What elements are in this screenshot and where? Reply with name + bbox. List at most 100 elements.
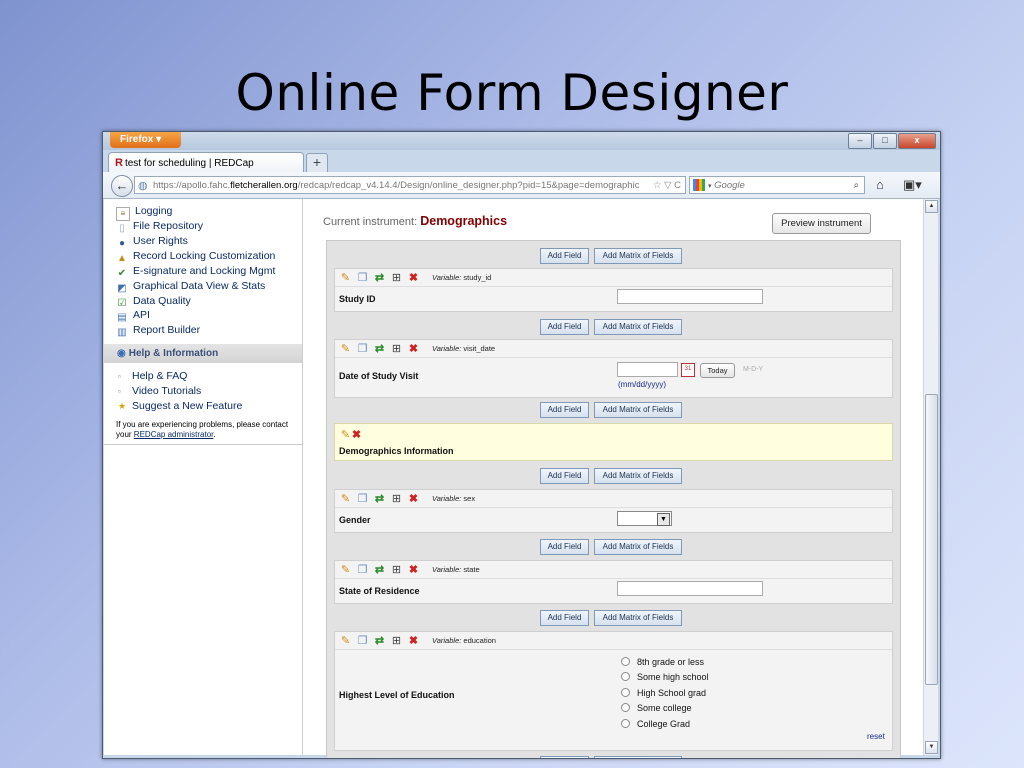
minimize-button[interactable]: – (848, 133, 872, 149)
add-matrix-button[interactable]: Add Matrix of Fields (594, 468, 682, 484)
close-window-button[interactable]: x (898, 133, 936, 149)
date-format-label: (mm/dd/yyyy) (618, 380, 666, 389)
edit-pencil-icon[interactable]: ✎ (339, 634, 352, 647)
copy-field-icon[interactable]: ❐ (356, 492, 369, 505)
copy-field-icon[interactable]: ❐ (356, 634, 369, 647)
edit-pencil-icon[interactable]: ✎ (339, 492, 352, 505)
radio-option[interactable]: 8th grade or less (621, 657, 704, 667)
branching-logic-icon[interactable]: ⇄ (373, 342, 386, 355)
edit-pencil-icon[interactable]: ✎ (339, 271, 352, 284)
vertical-scrollbar[interactable]: ▲ ▼ (923, 199, 938, 755)
sidebar-item-report-builder[interactable]: ▥ Report Builder (116, 323, 200, 338)
url-bar-buttons[interactable]: ☆ ▽ C (650, 177, 681, 193)
add-matrix-button[interactable]: Add Matrix of Fields (594, 248, 682, 264)
delete-field-icon[interactable]: ✖ (407, 492, 420, 505)
site-identity-icon[interactable]: ◍ (138, 177, 148, 193)
tab-bar: Rtest for scheduling | REDCap + (103, 150, 940, 173)
radio-option[interactable]: Some high school (621, 672, 709, 682)
move-field-icon[interactable]: ⊞ (390, 342, 403, 355)
scrollbar-thumb[interactable] (925, 394, 938, 685)
search-box[interactable]: ▾ Google ⌕ (689, 176, 865, 194)
bookmarks-menu-icon[interactable]: ▣▾ (903, 177, 922, 193)
delete-field-icon[interactable]: ✖ (350, 428, 363, 441)
add-field-button[interactable]: Add Field (540, 402, 589, 418)
back-arrow-icon[interactable]: ← (111, 175, 133, 197)
radio-option[interactable]: High School grad (621, 688, 706, 698)
sidebar-item-record-locking[interactable]: ▲ Record Locking Customization (116, 249, 275, 264)
redcap-admin-link[interactable]: REDCap administrator (134, 430, 214, 439)
chevron-down-icon[interactable]: ▼ (657, 513, 670, 526)
visit-date-input[interactable] (617, 362, 678, 377)
add-matrix-button[interactable]: Add Matrix of Fields (594, 610, 682, 626)
edit-pencil-icon[interactable]: ✎ (339, 563, 352, 576)
branching-logic-icon[interactable]: ⇄ (373, 634, 386, 647)
today-button[interactable]: Today (700, 363, 735, 378)
state-input[interactable] (617, 581, 763, 596)
study-id-input[interactable] (617, 289, 763, 304)
calendar-icon[interactable]: 31 (681, 363, 695, 377)
tab-redcap[interactable]: Rtest for scheduling | REDCap (108, 152, 304, 172)
copy-field-icon[interactable]: ❐ (356, 342, 369, 355)
sidebar-item-file-repository[interactable]: ▯ File Repository (116, 219, 203, 234)
help-faq-link[interactable]: ▫ Help & FAQ (118, 370, 187, 382)
reset-link[interactable]: reset (867, 732, 885, 741)
radio-button[interactable] (621, 688, 630, 697)
suggest-feature-link[interactable]: ★ Suggest a New Feature (118, 400, 242, 412)
section-header-demographics: ✎ ✖ Demographics Information (334, 423, 893, 461)
add-field-button[interactable]: Add Field (540, 468, 589, 484)
radio-button[interactable] (621, 719, 630, 728)
search-engine-dropdown-icon[interactable]: ▾ (708, 183, 712, 190)
sidebar-item-logging[interactable]: ≡ Logging (116, 204, 172, 221)
star-icon: ★ (118, 401, 127, 411)
sidebar-item-esignature[interactable]: ✔ E-signature and Locking Mgmt (116, 264, 276, 279)
add-field-row: Add Field Add Matrix of Fields (327, 607, 900, 627)
delete-field-icon[interactable]: ✖ (407, 563, 420, 576)
add-field-button[interactable]: Add Field (540, 248, 589, 264)
search-icon[interactable]: ⌕ (854, 177, 859, 194)
edit-pencil-icon[interactable]: ✎ (339, 342, 352, 355)
field-label: Gender (339, 515, 371, 525)
move-field-icon[interactable]: ⊞ (390, 271, 403, 284)
maximize-button[interactable]: □ (873, 133, 897, 149)
sidebar-item-user-rights[interactable]: ● User Rights (116, 234, 188, 249)
add-field-button[interactable]: Add Field (540, 319, 589, 335)
radio-button[interactable] (621, 703, 630, 712)
branching-logic-icon[interactable]: ⇄ (373, 563, 386, 576)
preview-instrument-button[interactable]: Preview instrument (772, 213, 871, 234)
move-field-icon[interactable]: ⊞ (390, 492, 403, 505)
move-field-icon[interactable]: ⊞ (390, 634, 403, 647)
radio-option[interactable]: Some college (621, 703, 692, 713)
radio-option[interactable]: College Grad (621, 719, 690, 729)
branching-logic-icon[interactable]: ⇄ (373, 271, 386, 284)
url-bar[interactable]: ◍ https://apollo.fahc.fletcherallen.org/… (134, 176, 686, 194)
scroll-up-arrow-icon[interactable]: ▲ (925, 200, 938, 213)
add-matrix-button[interactable]: Add Matrix of Fields (594, 539, 682, 555)
move-field-icon[interactable]: ⊞ (390, 563, 403, 576)
radio-button[interactable] (621, 657, 630, 666)
field-label: Date of Study Visit (339, 371, 419, 381)
sidebar-item-graphical-data[interactable]: ◩ Graphical Data View & Stats (116, 279, 265, 294)
scroll-down-arrow-icon[interactable]: ▼ (925, 741, 938, 754)
add-field-button[interactable]: Add Field (540, 539, 589, 555)
delete-field-icon[interactable]: ✖ (407, 634, 420, 647)
sidebar-item-api[interactable]: ▤ API (116, 308, 150, 323)
google-icon[interactable] (693, 179, 705, 191)
delete-field-icon[interactable]: ✖ (407, 342, 420, 355)
radio-button[interactable] (621, 672, 630, 681)
new-tab-button[interactable]: + (306, 153, 328, 173)
delete-field-icon[interactable]: ✖ (407, 271, 420, 284)
add-field-button[interactable]: Add Field (540, 756, 589, 758)
branching-logic-icon[interactable]: ⇄ (373, 492, 386, 505)
video-tutorials-link[interactable]: ▫ Video Tutorials (118, 385, 201, 397)
add-matrix-button[interactable]: Add Matrix of Fields (594, 319, 682, 335)
copy-field-icon[interactable]: ❐ (356, 271, 369, 284)
sidebar-item-data-quality[interactable]: ☑ Data Quality (116, 294, 191, 309)
gender-select[interactable]: ▼ (617, 511, 672, 526)
firefox-menu-button[interactable]: Firefox ▾ (110, 132, 181, 148)
add-matrix-button[interactable]: Add Matrix of Fields (594, 756, 682, 758)
home-icon[interactable]: ⌂ (876, 177, 884, 192)
add-matrix-button[interactable]: Add Matrix of Fields (594, 402, 682, 418)
copy-field-icon[interactable]: ❐ (356, 563, 369, 576)
help-section-header[interactable]: ◉ Help & Information (104, 344, 302, 363)
add-field-button[interactable]: Add Field (540, 610, 589, 626)
